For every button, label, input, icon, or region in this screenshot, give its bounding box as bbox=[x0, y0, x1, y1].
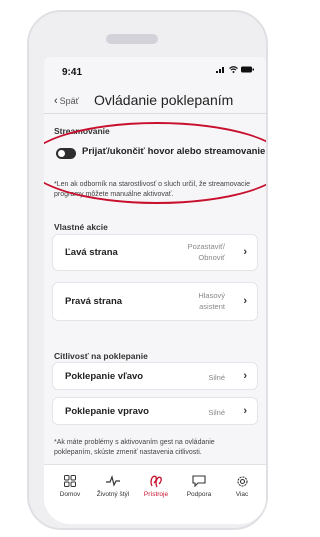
chevron-right-icon: › bbox=[243, 295, 247, 307]
tab-support-label: Podpora bbox=[186, 491, 212, 498]
section-sensitivity: Citlivosť na poklepanie bbox=[54, 351, 148, 361]
back-button[interactable]: ‹ Späť bbox=[54, 95, 79, 107]
tab-lifestyle-label: Životný štýl bbox=[96, 491, 130, 498]
action-left-side[interactable]: Ľavá strana Pozastaviť/Obnoviť › bbox=[52, 234, 258, 271]
signal-icon bbox=[216, 67, 224, 73]
chevron-right-icon: › bbox=[243, 246, 247, 258]
highlight-annotation-ellipse bbox=[44, 122, 266, 204]
battery-icon bbox=[241, 66, 254, 73]
sensitivity-note: *Ak máte problémy s aktivovaním gest na … bbox=[54, 439, 215, 456]
status-time: 9:41 bbox=[62, 67, 83, 78]
pulse-icon bbox=[91, 473, 135, 489]
back-label: Späť bbox=[59, 96, 80, 106]
chevron-right-icon: › bbox=[243, 370, 247, 382]
status-icons bbox=[216, 66, 254, 73]
grid-icon bbox=[48, 473, 92, 489]
hearing-aids-icon bbox=[134, 473, 178, 489]
tab-lifestyle[interactable]: Životný štýl bbox=[91, 473, 135, 498]
action-right-value: Hlasový asistent bbox=[198, 291, 225, 311]
sensitivity-left-value: Silné bbox=[208, 373, 225, 382]
action-left-label: Ľavá strana bbox=[65, 247, 118, 258]
action-right-label: Pravá strana bbox=[65, 296, 123, 307]
sensitivity-right-label: Poklepanie vpravo bbox=[65, 406, 149, 417]
page-title: Ovládanie poklepaním bbox=[94, 92, 234, 108]
chevron-left-icon: ‹ bbox=[54, 95, 58, 107]
speaker-notch bbox=[106, 34, 158, 44]
chat-icon bbox=[177, 473, 221, 489]
tab-more[interactable]: Viac bbox=[220, 473, 264, 498]
section-own-actions: Vlastné akcie bbox=[54, 222, 108, 232]
tab-devices-label: Prístroje bbox=[143, 491, 169, 498]
wifi-icon bbox=[229, 66, 238, 73]
app-screen: 9:41 ‹ Späť Ovládanie poklepaním Streamo… bbox=[44, 57, 266, 524]
sensitivity-left[interactable]: Poklepanie vľavo Silné › bbox=[52, 362, 258, 390]
tab-home-label: Domov bbox=[59, 491, 81, 498]
sensitivity-left-label: Poklepanie vľavo bbox=[65, 371, 144, 382]
action-right-side[interactable]: Pravá strana Hlasový asistent › bbox=[52, 282, 258, 321]
chevron-right-icon: › bbox=[243, 405, 247, 417]
sensitivity-right-value: Silné bbox=[208, 408, 225, 417]
tab-bar: Domov Životný štýl Prístroje Podpora Via… bbox=[44, 464, 266, 524]
tab-more-label: Viac bbox=[235, 491, 249, 498]
gear-icon bbox=[220, 473, 264, 489]
tab-devices[interactable]: Prístroje bbox=[134, 473, 178, 498]
action-left-value: Pozastaviť/Obnoviť bbox=[187, 242, 225, 262]
tab-support[interactable]: Podpora bbox=[177, 473, 221, 498]
tab-home[interactable]: Domov bbox=[48, 473, 92, 498]
sensitivity-right[interactable]: Poklepanie vpravo Silné › bbox=[52, 397, 258, 425]
header-divider bbox=[44, 113, 266, 114]
